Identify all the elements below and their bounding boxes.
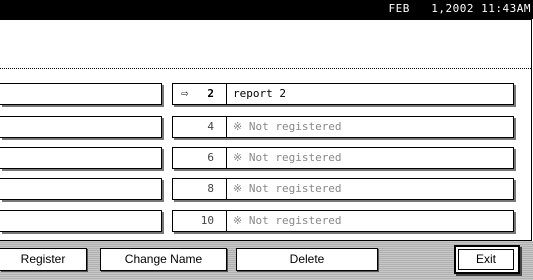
program-entry-2[interactable]: ⇨ 2 report 2 [172, 83, 514, 105]
left-entry-3[interactable] [0, 147, 162, 169]
entry-number: ⇨ 2 [173, 84, 227, 104]
entry-name: ※ Not registered [233, 182, 342, 195]
entry-number: 6 [173, 148, 227, 168]
divider [0, 68, 531, 69]
entry-name: ※ Not registered [233, 214, 342, 227]
entry-name: ※ Not registered [233, 120, 342, 133]
entry-number: 8 [173, 179, 227, 199]
register-button[interactable]: Register [0, 248, 87, 271]
left-entry-2[interactable] [0, 116, 162, 138]
date-time: FEB 1,2002 11:43AM [388, 2, 531, 15]
entry-name: report 2 [233, 87, 286, 100]
program-entry-4[interactable]: 4 ※ Not registered [172, 116, 514, 138]
program-entry-8[interactable]: 8 ※ Not registered [172, 178, 514, 200]
arrow-right-circle-icon: ⇨ [181, 86, 189, 100]
program-entry-10[interactable]: 10 ※ Not registered [172, 210, 514, 232]
entry-number: 4 [173, 117, 227, 137]
entry-name: ※ Not registered [233, 151, 342, 164]
entry-number: 10 [173, 211, 227, 231]
bottom-toolbar: Register Change Name Delete Exit [0, 241, 533, 280]
left-entry-1[interactable] [0, 83, 162, 105]
exit-button[interactable]: Exit [454, 245, 520, 274]
left-entry-5[interactable] [0, 210, 162, 232]
delete-button[interactable]: Delete [236, 248, 378, 271]
exit-button-label: Exit [458, 249, 514, 270]
status-bar: FEB 1,2002 11:43AM [0, 0, 533, 19]
left-entry-4[interactable] [0, 178, 162, 200]
program-entry-6[interactable]: 6 ※ Not registered [172, 147, 514, 169]
change-name-button[interactable]: Change Name [100, 248, 227, 271]
